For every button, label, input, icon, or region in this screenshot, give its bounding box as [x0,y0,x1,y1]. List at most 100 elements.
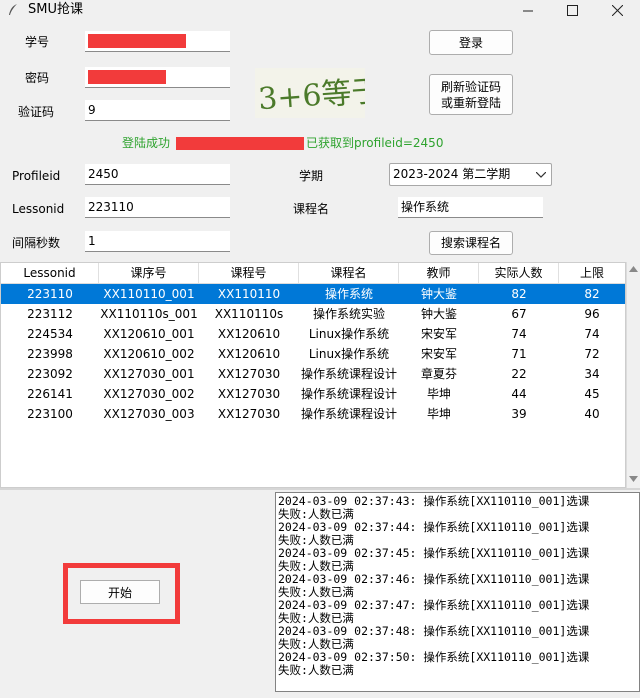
table-cell: XX120610 [217,347,281,361]
student-id-field[interactable] [85,31,230,52]
chevron-down-icon [536,172,546,178]
table-row[interactable]: 223100 XX127030_003 XX127030 操作系统课程设计 毕坤 39 40 [1,404,625,424]
redaction-bar [88,34,186,48]
refresh-captcha-button[interactable]: 刷新验证码 或重新登陆 [429,74,513,115]
password-field[interactable] [85,67,230,88]
table-cell: XX110110s_001 [100,307,198,321]
table-cell: XX127030 [217,407,281,421]
minimize-button[interactable] [508,0,548,20]
table-scrollbar[interactable] [626,262,640,488]
course-name-field[interactable]: 操作系统 [398,197,543,218]
password-label: 密码 [25,71,50,85]
close-button[interactable] [597,0,637,20]
column-header[interactable]: 实际人数 [479,263,559,283]
table-cell: 操作系统课程设计 [300,367,397,381]
search-course-button[interactable]: 搜索课程名 [429,231,513,255]
table-cell: Linux操作系统 [308,347,390,361]
minimize-icon [522,10,533,11]
profileid-label: Profileid [12,169,61,183]
table-cell: XX120610_001 [103,327,195,341]
table-cell: 223100 [27,407,73,421]
column-header[interactable]: 课序号 [99,263,199,283]
window-title: SMU抢课 [28,2,83,17]
table-cell: XX127030_003 [103,407,195,421]
log-lines: 2024-03-09 02:37:43: 操作系统[XX110110_001]选… [278,495,637,677]
course-table[interactable]: Lessonid 课序号 课程号 课程名 教师 实际人数 上限 223110 XX… [0,262,626,488]
table-cell: XX120610 [217,327,281,341]
interval-label: 间隔秒数 [12,236,61,250]
semester-value: 2023-2024 第二学期 [393,167,511,181]
profileid-field[interactable]: 2450 [85,164,230,185]
log-line: 失败:人数已满 [278,663,354,677]
table-row[interactable]: 223092 XX127030_001 XX127030 操作系统课程设计 章夏芬 22 3… [1,364,625,384]
redaction-bar [88,70,166,84]
scroll-down-icon[interactable] [629,476,638,482]
refresh-button-line1: 刷新验证码 [440,79,501,94]
student-id-label: 学号 [25,35,50,49]
redaction-bar [176,137,304,150]
table-cell: 74 [511,327,527,341]
table-cell: XX110110s [214,307,284,321]
column-header[interactable]: 上限 [559,263,625,283]
table-cell: 223998 [27,347,73,361]
table-cell: 操作系统实验 [312,307,385,321]
table-row[interactable]: 224534 XX120610_001 XX120610 Linux操作系统 宋安军 74… [1,324,625,344]
table-cell: 22 [511,367,527,381]
table-cell: 223092 [27,367,73,381]
pane-divider[interactable] [0,488,640,490]
scroll-up-icon[interactable] [629,266,638,272]
table-cell: XX120610_002 [103,347,195,361]
column-header[interactable]: Lessonid [1,263,99,283]
column-header[interactable]: 教师 [399,263,479,283]
login-button[interactable]: 登录 [429,30,513,55]
course-name-label: 课程名 [293,202,330,216]
captcha-label: 验证码 [18,105,55,119]
table-cell: 67 [511,307,527,321]
login-status-suffix: 已获取到profileid=2450 [306,136,444,150]
table-cell: 宋安军 [420,347,457,361]
lessonid-field[interactable]: 223110 [85,197,230,218]
table-cell: 操作系统课程设计 [300,407,397,421]
table-cell: 71 [511,347,527,361]
close-icon [611,4,623,16]
table-cell: 章夏芬 [420,367,457,381]
column-header[interactable]: 课程名 [299,263,399,283]
semester-select[interactable]: 2023-2024 第二学期 [389,163,552,186]
login-status-prefix: 登陆成功 [122,136,171,150]
table-body: 223110 XX110110_001 XX110110 操作系统 钟大鉴 82 82 223… [1,284,625,424]
title-bar: SMU抢课 [0,0,640,22]
table-cell: 操作系统 [324,287,373,301]
log-output[interactable]: 2024-03-09 02:37:43: 操作系统[XX110110_001]选… [275,492,640,692]
interval-field[interactable]: 1 [85,231,230,252]
table-cell: 钟大鉴 [420,307,457,321]
feather-icon [9,4,17,15]
table-row[interactable]: 226141 XX127030_002 XX127030 操作系统课程设计 毕坤 44 45 [1,384,625,404]
table-cell: 226141 [27,387,73,401]
table-cell: 34 [584,367,600,381]
table-row[interactable]: 223110 XX110110_001 XX110110 操作系统 钟大鉴 82 82 [1,284,625,304]
captcha-text: 3+6等于 [257,74,365,118]
table-cell: 82 [584,287,600,301]
table-cell: 毕坤 [426,407,451,421]
table-cell: 宋安军 [420,327,457,341]
column-header[interactable]: 课程号 [199,263,299,283]
table-cell: 74 [584,327,600,341]
table-row[interactable]: 223998 XX120610_002 XX120610 Linux操作系统 宋安军 71… [1,344,625,364]
table-cell: 39 [511,407,527,421]
maximize-icon [566,4,578,16]
table-cell: 224534 [27,327,73,341]
captcha-graphic: 3+6等于 [257,74,382,118]
table-cell: XX110110 [217,287,281,301]
table-row[interactable]: 223112 XX110110s_001 XX110110s 操作系统实验 钟大鉴 67 9… [1,304,625,324]
table-cell: 96 [584,307,600,321]
table-cell: XX127030 [217,387,281,401]
captcha-input[interactable]: 9 [85,100,230,121]
table-cell: 操作系统课程设计 [300,387,397,401]
start-button[interactable]: 开始 [80,580,160,604]
table-cell: 40 [584,407,600,421]
table-cell: 72 [584,347,600,361]
table-cell: XX127030 [217,367,281,381]
maximize-button[interactable] [552,0,592,20]
table-cell: 223112 [27,307,73,321]
table-cell: 45 [584,387,600,401]
